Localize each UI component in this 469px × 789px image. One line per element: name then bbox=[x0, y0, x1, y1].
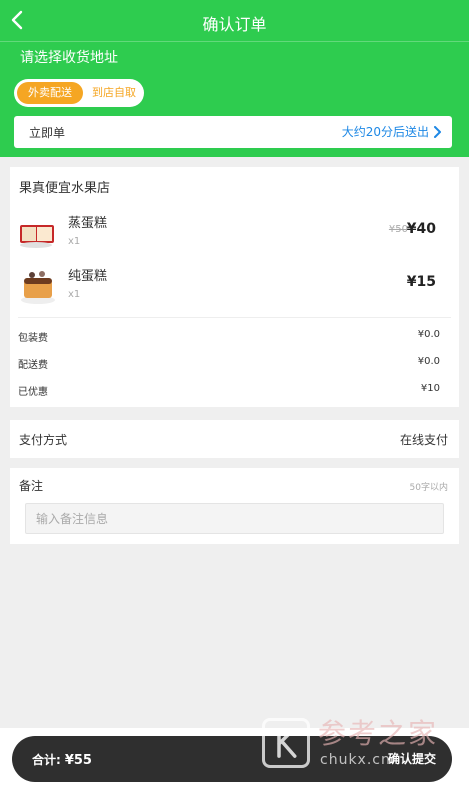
delivery-time-text: 大约20分后送出 bbox=[341, 125, 429, 139]
watermark-logo bbox=[262, 718, 310, 768]
total-label: 合计: bbox=[32, 753, 61, 767]
top-nav-bar: 确认订单 bbox=[0, 0, 469, 42]
note-label: 备注 bbox=[19, 479, 44, 493]
fee-label: 已优惠 bbox=[18, 387, 48, 398]
product-name: 纯蛋糕 bbox=[68, 269, 108, 284]
delivery-time-estimate[interactable]: 大约20分后送出 bbox=[342, 123, 442, 140]
list-item: 纯蛋糕 x1 ¥15 bbox=[10, 262, 459, 310]
fee-value: ¥0.0 bbox=[417, 329, 440, 340]
chevron-right-icon bbox=[434, 125, 441, 138]
order-type-label: 立即单 bbox=[29, 126, 66, 140]
product-image bbox=[20, 225, 54, 248]
delivery-time-card[interactable]: 立即单 大约20分后送出 bbox=[14, 116, 452, 148]
watermark-text: 参考之家 bbox=[318, 717, 439, 750]
list-item: 蒸蛋糕 x1 ¥50 ¥40 bbox=[10, 209, 459, 257]
select-address-link[interactable]: 请选择收货地址 bbox=[20, 47, 118, 67]
payment-value: 在线支付 bbox=[399, 433, 448, 447]
shop-name: 果真便宜水果店 bbox=[19, 181, 111, 196]
product-qty: x1 bbox=[68, 236, 81, 247]
delivery-option-selected[interactable]: 外卖配送 bbox=[17, 82, 83, 104]
product-image bbox=[21, 271, 55, 304]
fee-value: ¥10 bbox=[420, 383, 440, 394]
delivery-mode-toggle: 外卖配送 到店自取 bbox=[14, 79, 144, 107]
payment-label: 支付方式 bbox=[19, 433, 68, 447]
pickup-option[interactable]: 到店自取 bbox=[87, 82, 141, 104]
product-qty: x1 bbox=[68, 289, 81, 300]
header: 确认订单 请选择收货地址 外卖配送 到店自取 立即单 大约20分后送出 bbox=[0, 0, 469, 157]
order-total: 合计: ¥55 bbox=[32, 751, 92, 768]
watermark-url: chukx.cn bbox=[320, 752, 391, 768]
note-input[interactable] bbox=[25, 503, 444, 534]
product-original-price: ¥50 bbox=[388, 224, 408, 235]
shop-order-card: 果真便宜水果店 蒸蛋糕 x1 ¥50 ¥40 纯蛋糕 x1 ¥15 包装费 ¥0… bbox=[10, 167, 459, 407]
page-title: 确认订单 bbox=[202, 15, 267, 34]
note-char-limit: 50字以内 bbox=[409, 483, 448, 493]
fee-label: 包装费 bbox=[18, 333, 48, 344]
fee-row: 已优惠 ¥10 bbox=[18, 383, 440, 399]
total-amount: ¥55 bbox=[64, 753, 92, 768]
fee-label: 配送费 bbox=[18, 360, 48, 371]
product-price: ¥40 bbox=[406, 221, 436, 237]
product-price: ¥15 bbox=[406, 274, 436, 290]
divider bbox=[18, 317, 451, 318]
fee-row: 包装费 ¥0.0 bbox=[18, 329, 440, 345]
payment-method-row[interactable]: 支付方式 在线支付 bbox=[10, 420, 459, 458]
fee-row: 配送费 ¥0.0 bbox=[18, 356, 440, 372]
fee-value: ¥0.0 bbox=[417, 356, 440, 367]
product-name: 蒸蛋糕 bbox=[68, 216, 108, 231]
note-card: 备注 50字以内 bbox=[10, 468, 459, 544]
